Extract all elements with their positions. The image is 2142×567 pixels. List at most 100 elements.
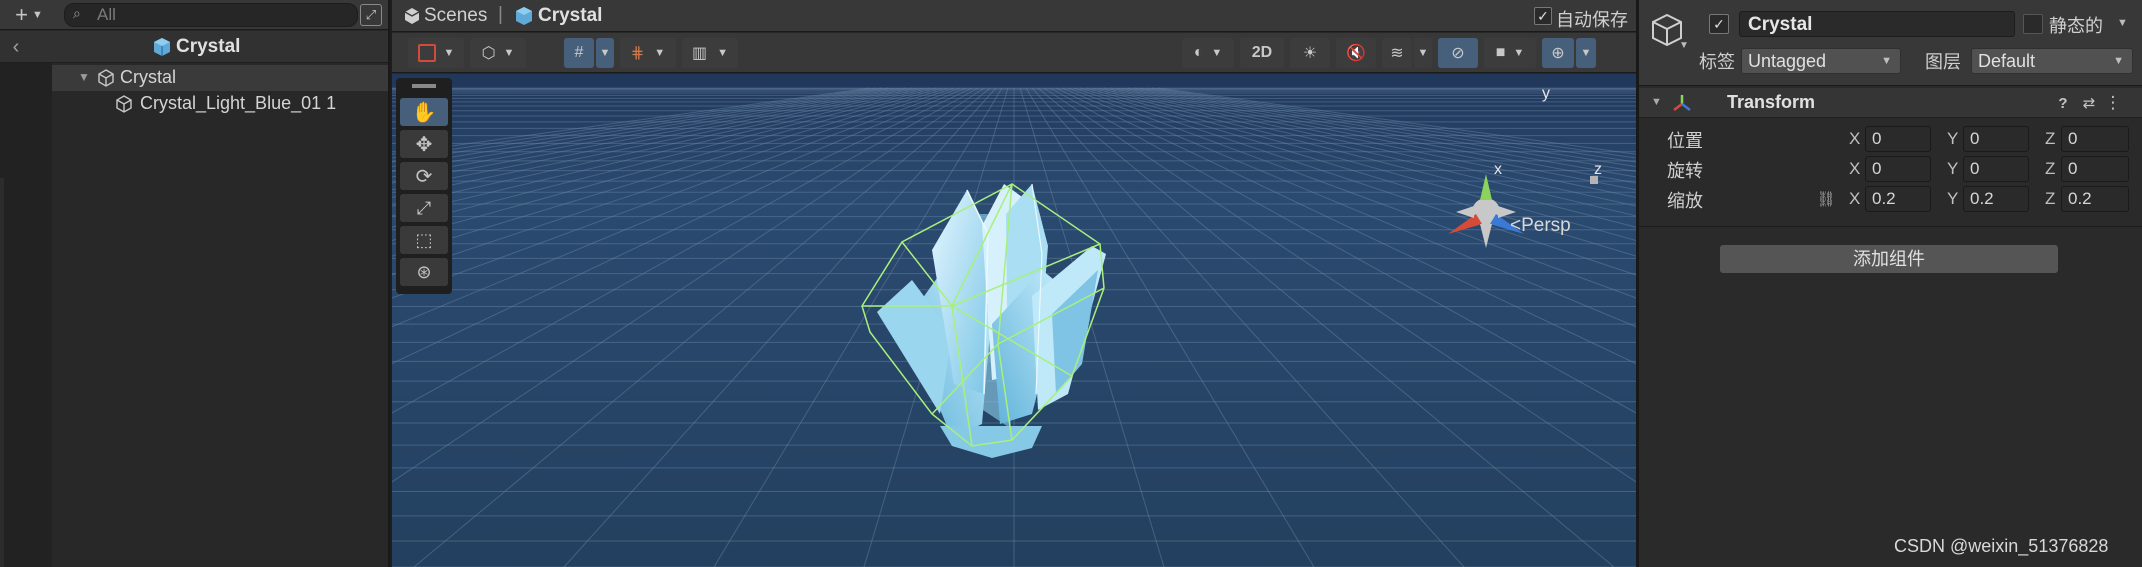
static-checkbox[interactable]	[2023, 14, 2043, 34]
breadcrumb-crystal[interactable]: Crystal	[538, 5, 602, 27]
search-options-icon[interactable]: ⤢	[360, 4, 382, 26]
add-component-label: 添加组件	[1853, 249, 1925, 269]
hierarchy-gutter-line	[0, 178, 4, 567]
rotation-x-field[interactable]: 0	[1865, 156, 1931, 182]
audio-toggle-button[interactable]: 🔇	[1336, 38, 1376, 68]
tool-palette: ✋ ✥ ⟳ ⤢ ⬚ ⊛	[396, 78, 452, 294]
search-placeholder: All	[97, 5, 116, 24]
expand-arrow-icon[interactable]: ▼	[78, 70, 90, 84]
scene-panel: Scenes | Crystal ✓ 自动保存 ▼ ⬡ ▼ # ▼ ⋕ ▼ ▥ ▼ ◐…	[392, 0, 1636, 567]
lightbulb-icon: ☀	[1302, 45, 1318, 62]
layer-dropdown[interactable]: Default ▼	[1971, 48, 2133, 74]
link-scale-icon[interactable]: ⛓	[1815, 188, 1837, 210]
camera-settings-button[interactable]: ■ ▼	[1484, 38, 1536, 68]
gizmos-dropdown[interactable]: ▼	[1576, 38, 1596, 68]
lighting-toggle-button[interactable]: ☀	[1290, 38, 1330, 68]
gameobject-icon	[96, 68, 116, 88]
hierarchy-row-root[interactable]: ▼ Crystal	[52, 65, 388, 91]
position-x-field[interactable]: 0	[1865, 126, 1931, 152]
effects-dropdown[interactable]: ▼	[1414, 38, 1432, 68]
help-icon[interactable]: ?	[2053, 93, 2073, 113]
hand-tool-button[interactable]: ✋	[400, 98, 448, 126]
object-name-field[interactable]: Crystal	[1739, 11, 2015, 37]
position-x-label: X	[1849, 129, 1861, 148]
tag-dropdown[interactable]: Untagged ▼	[1741, 48, 1901, 74]
scene-viewport[interactable]: y x z <Persp ✋ ✥ ⟳ ⤢ ⬚ ⊛	[392, 74, 1636, 567]
grid-visibility-button[interactable]: ▥ ▼	[682, 38, 738, 68]
scene-viewport-render	[392, 74, 1636, 567]
transform-title: Transform	[1727, 92, 1816, 112]
static-label: 静态的	[2049, 16, 2103, 36]
static-dropdown-arrow[interactable]: ▼	[2117, 17, 2128, 29]
gizmos-button[interactable]: ⊕	[1542, 38, 1574, 68]
back-chevron-icon[interactable]: ‹	[6, 36, 26, 58]
grid-snap-button[interactable]: #	[564, 38, 594, 68]
orbit-icon: ◐	[1193, 44, 1204, 61]
rotation-y-field[interactable]: 0	[1963, 156, 2029, 182]
scale-tool-button[interactable]: ⤢	[400, 194, 448, 222]
position-y-field[interactable]: 0	[1963, 126, 2029, 152]
position-z-field[interactable]: 0	[2061, 126, 2129, 152]
camera-icon: ■	[1495, 44, 1506, 61]
gameobject-icon	[114, 94, 134, 114]
transform-tool-button[interactable]: ⊛	[400, 258, 448, 286]
hierarchy-child-label: Crystal_Light_Blue_01 1	[140, 93, 337, 113]
layers-icon: ≋	[1390, 45, 1404, 62]
ruler-icon: ▥	[691, 45, 708, 62]
scenes-icon	[402, 6, 422, 26]
snap-increment-button[interactable]: ⋕ ▼	[620, 38, 676, 68]
add-component-button[interactable]: 添加组件	[1719, 244, 2059, 274]
persp-label[interactable]: <Persp	[1510, 215, 1571, 237]
rotate-tool-button[interactable]: ⟳	[400, 162, 448, 190]
icon-dropdown-arrow[interactable]: ▼	[1679, 40, 1689, 51]
grid-icon: #	[574, 44, 584, 61]
position-y-label: Y	[1947, 129, 1959, 148]
scale-y-label: Y	[1947, 189, 1959, 208]
autosave-label: 自动保存	[1556, 10, 1628, 30]
snap-icon: ⋕	[630, 45, 645, 62]
rotation-x-label: X	[1849, 159, 1861, 178]
more-menu-icon[interactable]: ⋮	[2103, 93, 2123, 113]
layer-label: 图层	[1925, 52, 1961, 72]
scene-visibility-button[interactable]: ⊘	[1438, 38, 1478, 68]
scale-x-label: X	[1849, 189, 1861, 208]
rect-tool-button[interactable]: ⬚	[400, 226, 448, 254]
rotation-label: 旋转	[1667, 161, 1703, 181]
scale-x-field[interactable]: 0.2	[1865, 186, 1931, 212]
scale-y-field[interactable]: 0.2	[1963, 186, 2029, 212]
position-z-label: Z	[2045, 129, 2056, 148]
autosave-checkbox[interactable]: ✓	[1534, 7, 1552, 25]
rotation-y-label: Y	[1947, 159, 1959, 178]
grid-snap-dropdown[interactable]: ▼	[596, 38, 614, 68]
draw-mode-button[interactable]: ▼	[408, 38, 464, 68]
gizmo-tools-button[interactable]: ◐ ▼	[1182, 38, 1234, 68]
scene-cube-icon	[152, 37, 172, 57]
move-tool-button[interactable]: ✥	[400, 130, 448, 158]
toggle-2d-button[interactable]: 2D	[1240, 38, 1284, 68]
hierarchy-row-child[interactable]: Crystal_Light_Blue_01 1	[52, 91, 388, 117]
rotation-z-field[interactable]: 0	[2061, 156, 2129, 182]
mute-icon: 🔇	[1346, 45, 1366, 62]
hierarchy-search-field[interactable]: ⌕ All	[64, 3, 358, 27]
gizmo-x-label: x	[1494, 161, 1502, 178]
gizmo-z-label: z	[1594, 161, 1602, 178]
presets-icon[interactable]: ⇄	[2079, 93, 2099, 113]
chevron-down-icon: ▼	[1881, 55, 1892, 67]
object-name-value: Crystal	[1748, 14, 1813, 35]
tag-label: 标签	[1699, 52, 1735, 72]
create-plus-button[interactable]: + ▼	[6, 2, 52, 28]
chevron-down-icon: ▼	[2113, 55, 2124, 67]
breadcrumb-scenes[interactable]: Scenes	[424, 5, 487, 27]
palette-drag-handle[interactable]	[412, 84, 436, 88]
scale-z-field[interactable]: 0.2	[2061, 186, 2129, 212]
foldout-arrow-icon[interactable]: ▼	[1651, 96, 1662, 108]
transform-axes-icon	[1671, 92, 1693, 114]
render-mode-button[interactable]: ⬡ ▼	[470, 38, 526, 68]
search-icon: ⌕	[73, 5, 81, 21]
active-checkbox[interactable]: ✓	[1709, 14, 1729, 34]
position-label: 位置	[1667, 131, 1703, 151]
effects-button[interactable]: ≋	[1382, 38, 1412, 68]
gizmo-y-label: y	[1542, 85, 1550, 102]
scale-z-label: Z	[2045, 189, 2056, 208]
hierarchy-root-label: Crystal	[120, 67, 177, 87]
